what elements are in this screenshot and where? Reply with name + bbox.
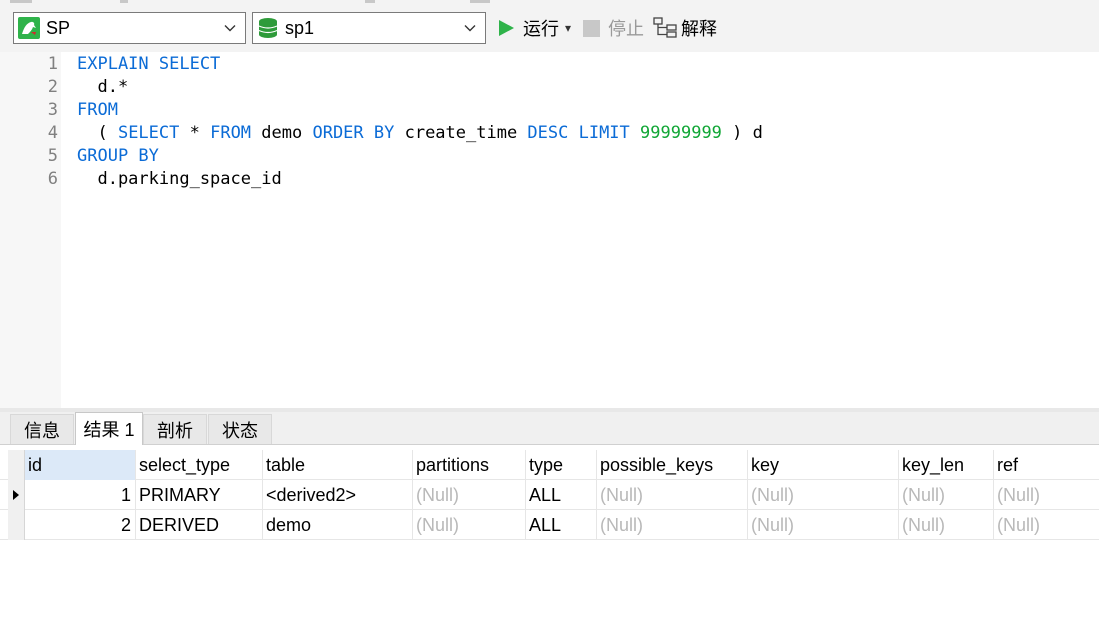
table-cell[interactable]: ALL bbox=[526, 510, 597, 540]
column-header-select-type[interactable]: select_type bbox=[136, 450, 263, 480]
table-row[interactable]: 2 DERIVED demo (Null) ALL (Null) (Null) (Null)(… bbox=[0, 510, 1099, 540]
row-header bbox=[8, 450, 25, 480]
table-cell[interactable]: (Null) bbox=[994, 480, 1099, 510]
code-line: 5 GROUP BY bbox=[0, 145, 1099, 168]
column-header-key[interactable]: key bbox=[748, 450, 899, 480]
code-text: d.parking_space_id bbox=[77, 168, 282, 191]
line-number: 5 bbox=[47, 146, 58, 166]
result-tabs: 信息 结果 1 剖析 状态 bbox=[0, 412, 1099, 445]
sql-token: ) d bbox=[721, 123, 763, 143]
table-cell[interactable]: (Null) bbox=[597, 510, 748, 540]
run-dropdown-arrow[interactable]: ▾ bbox=[565, 12, 571, 44]
tab-status[interactable]: 状态 bbox=[208, 414, 272, 444]
sql-token: d.parking_space_id bbox=[77, 169, 282, 189]
code-text: d.* bbox=[77, 76, 128, 99]
tab-profile[interactable]: 剖析 bbox=[143, 414, 207, 444]
sql-keyword: SELECT bbox=[117, 123, 180, 143]
tab-info[interactable]: 信息 bbox=[10, 414, 74, 444]
code-line: 2 d.* bbox=[0, 76, 1099, 99]
code-text: EXPLAIN SELECT bbox=[77, 53, 220, 76]
line-number: 3 bbox=[47, 100, 58, 120]
column-header-key-len[interactable]: key_len bbox=[899, 450, 994, 480]
top-fragment bbox=[120, 0, 128, 3]
code-line: 3 FROM bbox=[0, 99, 1099, 122]
table-cell[interactable]: (Null) bbox=[994, 510, 1099, 540]
top-fragment bbox=[470, 0, 490, 3]
result-grid: id select_type table partitions type possible… bbox=[0, 445, 1099, 632]
connection-select[interactable]: SP bbox=[13, 12, 246, 44]
sql-token: demo bbox=[251, 123, 313, 143]
sql-token: ( bbox=[77, 123, 118, 143]
code-line: 1 EXPLAIN SELECT bbox=[0, 53, 1099, 76]
chevron-down-icon bbox=[464, 25, 476, 32]
connection-name: SP bbox=[46, 17, 71, 38]
top-fragment bbox=[10, 0, 32, 3]
column-header-type[interactable]: type bbox=[526, 450, 597, 480]
column-header-table[interactable]: table bbox=[263, 450, 413, 480]
database-name: sp1 bbox=[285, 17, 315, 38]
database-icon bbox=[258, 18, 278, 38]
sql-number: 99999999 bbox=[640, 123, 722, 143]
stop-button[interactable]: 停止 bbox=[583, 12, 644, 44]
row-header[interactable] bbox=[8, 480, 25, 510]
toolbar: SP sp1 运行 ▾ 停止 解释 bbox=[0, 6, 1099, 52]
sql-token: d.* bbox=[77, 77, 129, 97]
sql-keyword: ORDER BY bbox=[312, 123, 395, 143]
table-cell[interactable]: PRIMARY bbox=[136, 480, 263, 510]
table-cell[interactable]: 2 bbox=[25, 510, 136, 540]
line-number: 1 bbox=[47, 54, 58, 74]
sql-keyword: FROM bbox=[210, 123, 252, 143]
table-cell[interactable]: (Null) bbox=[413, 480, 526, 510]
sql-keyword: DESC LIMIT bbox=[527, 123, 630, 143]
table-cell[interactable]: DERIVED bbox=[136, 510, 263, 540]
table-cell[interactable]: demo bbox=[263, 510, 413, 540]
sql-keyword: GROUP BY bbox=[77, 146, 159, 166]
chevron-down-icon bbox=[224, 25, 236, 32]
row-header[interactable] bbox=[8, 510, 25, 540]
top-fragment bbox=[365, 0, 375, 3]
table-cell[interactable]: (Null) bbox=[899, 480, 994, 510]
tab-result-1[interactable]: 结果 1 bbox=[75, 412, 143, 445]
table-cell[interactable]: (Null) bbox=[597, 480, 748, 510]
stop-icon bbox=[583, 19, 600, 37]
sql-keyword: EXPLAIN SELECT bbox=[77, 54, 221, 74]
column-header-ref[interactable]: ref bbox=[994, 450, 1099, 480]
code-text: ( SELECT * FROM demo ORDER BY create_tim… bbox=[77, 122, 763, 145]
mysql-connection-icon bbox=[18, 17, 40, 39]
stop-label: 停止 bbox=[608, 19, 644, 39]
explain-tree-icon bbox=[653, 17, 677, 38]
code-text: GROUP BY bbox=[77, 145, 159, 168]
play-icon bbox=[499, 20, 514, 36]
sql-token: create_time bbox=[394, 123, 528, 143]
table-cell[interactable]: (Null) bbox=[899, 510, 994, 540]
table-cell[interactable]: 1 bbox=[25, 480, 136, 510]
sql-editor[interactable]: 1 EXPLAIN SELECT 2 d.* 3 FROM 4 ( SELECT * FR… bbox=[0, 52, 1099, 408]
line-number: 2 bbox=[47, 77, 58, 97]
explain-label: 解释 bbox=[681, 19, 717, 39]
code-line: 4 ( SELECT * FROM demo ORDER BY create_t… bbox=[0, 122, 1099, 145]
database-select[interactable]: sp1 bbox=[252, 12, 486, 44]
table-cell[interactable]: (Null) bbox=[748, 480, 899, 510]
explain-button[interactable]: 解释 bbox=[653, 12, 717, 44]
current-row-marker-icon bbox=[13, 490, 19, 500]
table-cell[interactable]: (Null) bbox=[413, 510, 526, 540]
column-header-possible-keys[interactable]: possible_keys bbox=[597, 450, 748, 480]
table-row[interactable]: 1 PRIMARY <derived2> (Null) ALL (Null) (Null)(… bbox=[0, 480, 1099, 510]
table-cell[interactable]: ALL bbox=[526, 480, 597, 510]
line-number: 6 bbox=[47, 169, 58, 189]
grid-header-row: id select_type table partitions type possible… bbox=[0, 450, 1099, 480]
table-cell[interactable]: <derived2> bbox=[263, 480, 413, 510]
table-cell[interactable]: (Null) bbox=[748, 510, 899, 540]
column-header-id[interactable]: id bbox=[25, 450, 136, 480]
column-header-partitions[interactable]: partitions bbox=[413, 450, 526, 480]
sql-keyword: FROM bbox=[77, 100, 118, 120]
run-label: 运行 bbox=[523, 19, 559, 39]
line-number: 4 bbox=[47, 123, 58, 143]
code-line: 6 d.parking_space_id bbox=[0, 168, 1099, 191]
sql-token: * bbox=[179, 123, 211, 143]
run-button[interactable]: 运行 bbox=[497, 12, 559, 44]
code-text: FROM bbox=[77, 99, 118, 122]
